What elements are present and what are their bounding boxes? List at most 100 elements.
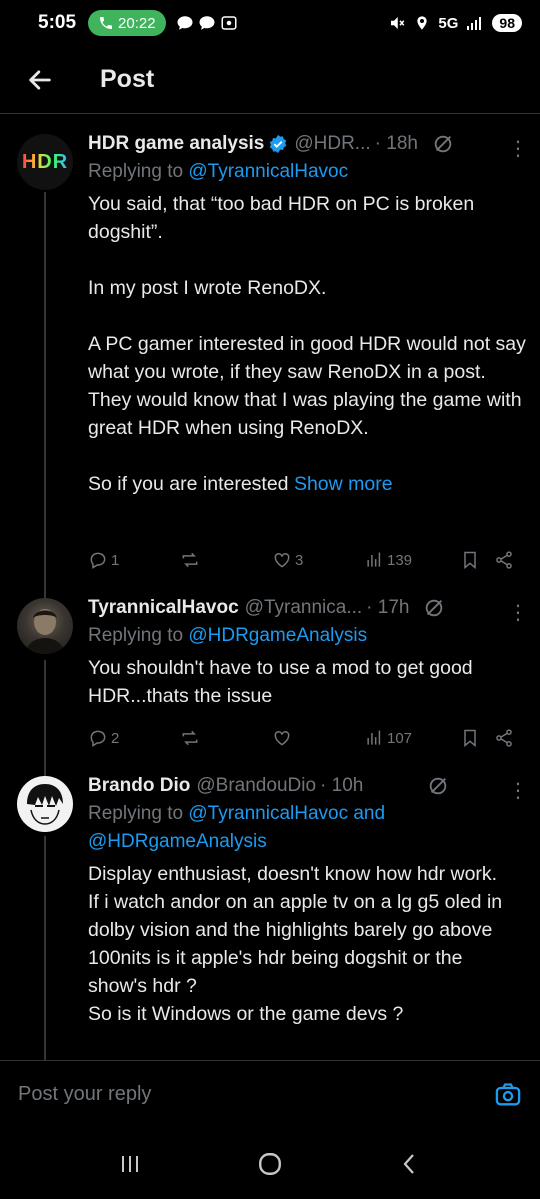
replying-to: Replying to @TyrannicalHavoc: [88, 158, 526, 186]
display-name[interactable]: TyrannicalHavoc: [88, 597, 239, 619]
share-icon: [496, 551, 512, 569]
heart-icon: [274, 552, 290, 568]
grok-icon[interactable]: [432, 133, 454, 155]
reply-count: 2: [111, 729, 120, 747]
more-options-icon[interactable]: ⋮: [508, 136, 528, 161]
post-actions: 1 3 139: [88, 545, 528, 575]
bookmark-icon: [464, 729, 476, 748]
verified-badge-icon: [270, 134, 287, 154]
arrow-left-icon: [29, 69, 51, 90]
avatar[interactable]: [17, 598, 73, 654]
post[interactable]: HDR HDR game analysis @HDR... · 18h Repl…: [0, 130, 540, 590]
reply-count: 1: [111, 551, 120, 569]
grok-icon[interactable]: [423, 597, 445, 619]
views-button[interactable]: 107: [364, 728, 460, 748]
post-actions: 2 107: [88, 723, 528, 753]
post-text: Display enthusiast, doesn't know how hdr…: [88, 863, 503, 1025]
status-right: 5G 98: [388, 14, 522, 32]
repost-button[interactable]: [180, 550, 272, 570]
reply-icon: [90, 552, 106, 569]
recent-apps-icon: [122, 1155, 138, 1172]
system-nav-bar: [0, 1128, 540, 1199]
display-name[interactable]: HDR game analysis: [88, 133, 264, 155]
replying-to: Replying to @HDRgameAnalysis: [88, 622, 526, 650]
like-button[interactable]: [272, 728, 364, 748]
post-meta: HDR game analysis @HDR... · 18h: [88, 130, 526, 158]
post-time: · 18h: [374, 133, 418, 154]
views-icon: [367, 552, 381, 567]
view-count: 139: [387, 551, 413, 569]
like-button[interactable]: 3: [272, 550, 364, 570]
bookmark-icon: [464, 551, 476, 570]
back-button[interactable]: [20, 60, 60, 100]
replying-to: Replying to @TyrannicalHavoc and @HDRgam…: [88, 800, 526, 856]
like-count: 3: [295, 551, 304, 569]
replying-to-link[interactable]: @HDRgameAnalysis: [188, 625, 367, 646]
bookmark-button[interactable]: [460, 728, 494, 748]
user-handle[interactable]: @HDR...: [294, 133, 370, 155]
more-options-icon[interactable]: ⋮: [508, 778, 528, 803]
notification-icons: [176, 14, 238, 32]
reply-composer: Post your reply: [0, 1060, 540, 1128]
avatar-portrait: [25, 609, 65, 654]
top-bar: Post: [0, 46, 540, 114]
recent-apps-button[interactable]: [110, 1144, 150, 1184]
heart-icon: [274, 730, 290, 746]
status-bar: 5:05 20:22 5G 98: [0, 0, 540, 46]
post-content: HDR game analysis @HDR... · 18h Replying…: [88, 130, 526, 498]
share-button[interactable]: [494, 728, 514, 748]
system-back-button[interactable]: [390, 1144, 430, 1184]
display-name[interactable]: Brando Dio: [88, 775, 190, 797]
post-content: TyrannicalHavoc @Tyrannica... · 17h Repl…: [88, 594, 526, 710]
reply-button[interactable]: 1: [88, 550, 180, 570]
message-icon: [199, 16, 215, 30]
phone-icon: [100, 17, 113, 29]
signal-icon: [467, 17, 482, 30]
replying-to-link[interactable]: @TyrannicalHavoc: [188, 161, 348, 182]
user-handle[interactable]: @Tyrannica...: [245, 597, 363, 619]
more-options-icon[interactable]: ⋮: [508, 600, 528, 625]
repost-button[interactable]: [180, 728, 272, 748]
post-text: You said, that “too bad HDR on PC is bro…: [88, 190, 526, 498]
share-icon: [496, 729, 512, 747]
post-time: · 17h: [366, 597, 410, 618]
repost-icon: [182, 552, 198, 568]
repost-icon: [182, 730, 198, 746]
call-duration: 20:22: [118, 14, 156, 32]
grok-icon[interactable]: [427, 775, 449, 797]
mute-icon: [391, 17, 405, 29]
post-meta: TyrannicalHavoc @Tyrannica... · 17h: [88, 594, 526, 622]
chat-bubble-icon: [177, 16, 193, 30]
post-time: · 10h: [320, 775, 364, 796]
replying-prefix: Replying to: [88, 625, 189, 646]
post-text-body: You said, that “too bad HDR on PC is bro…: [88, 193, 526, 495]
home-button[interactable]: [250, 1144, 290, 1184]
post-text: You shouldn't have to use a mod to get g…: [88, 657, 479, 707]
chevron-left-icon: [403, 1153, 414, 1174]
reply-button[interactable]: 2: [88, 728, 180, 748]
user-handle[interactable]: @BrandouDio: [196, 775, 316, 797]
network-type: 5G: [438, 14, 459, 32]
camera-icon[interactable]: [494, 1081, 522, 1109]
reply-input[interactable]: Post your reply: [18, 1083, 494, 1106]
share-button[interactable]: [494, 550, 514, 570]
replying-prefix: Replying to: [88, 803, 189, 824]
call-indicator[interactable]: 20:22: [88, 10, 166, 36]
replying-prefix: Replying to: [88, 161, 189, 182]
battery-level: 98: [492, 14, 522, 32]
show-more-link[interactable]: Show more: [294, 473, 393, 495]
status-time: 5:05: [38, 12, 77, 33]
location-icon: [417, 16, 428, 30]
views-icon: [367, 730, 381, 745]
avatar-drawing: [27, 784, 63, 825]
reply-icon: [90, 730, 106, 747]
post-meta: Brando Dio @BrandouDio · 10h: [88, 772, 526, 800]
home-icon: [259, 1152, 281, 1175]
post-content: Brando Dio @BrandouDio · 10h Replying to…: [88, 772, 526, 1028]
avatar[interactable]: [17, 776, 73, 832]
post[interactable]: Brando Dio @BrandouDio · 10h Replying to…: [0, 770, 540, 1060]
bookmark-button[interactable]: [460, 550, 494, 570]
avatar[interactable]: HDR: [17, 134, 73, 190]
views-button[interactable]: 139: [364, 550, 460, 570]
page-title: Post: [100, 65, 155, 93]
